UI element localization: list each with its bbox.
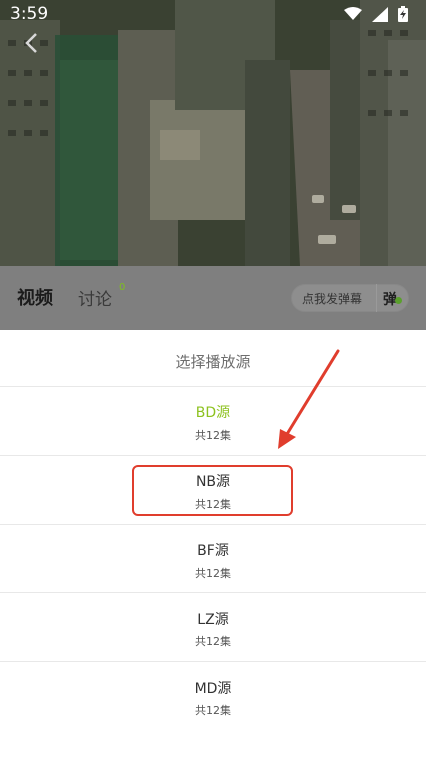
source-count: 共12集 xyxy=(195,635,231,648)
back-arrow-icon[interactable] xyxy=(22,32,42,54)
signal-icon xyxy=(372,6,388,22)
source-name: MD源 xyxy=(194,681,232,697)
tab-video[interactable]: 视频 xyxy=(17,284,53,310)
annotation-highlight-box xyxy=(132,465,293,516)
annotation-arrow-icon xyxy=(278,349,340,449)
danmu-placeholder: 点我发弹幕 xyxy=(302,292,363,306)
source-name: BF源 xyxy=(197,543,229,559)
source-count: 共12集 xyxy=(195,704,231,717)
source-count: 共12集 xyxy=(195,567,231,580)
danmu-status-dot xyxy=(395,297,402,304)
status-time: 3:59 xyxy=(10,4,49,24)
video-player[interactable] xyxy=(0,0,426,266)
wifi-icon xyxy=(344,7,362,20)
battery-charging-icon xyxy=(398,6,408,22)
source-name: BD源 xyxy=(195,405,231,421)
tab-discuss[interactable]: 讨论 xyxy=(78,285,112,310)
discuss-count-badge: 0 xyxy=(119,282,126,293)
source-count: 共12集 xyxy=(195,429,231,442)
status-bar: 3:59 xyxy=(0,0,426,28)
video-frame-cityscape xyxy=(0,0,426,266)
source-name: LZ源 xyxy=(197,612,229,628)
sheet-title: 选择播放源 xyxy=(175,353,251,371)
